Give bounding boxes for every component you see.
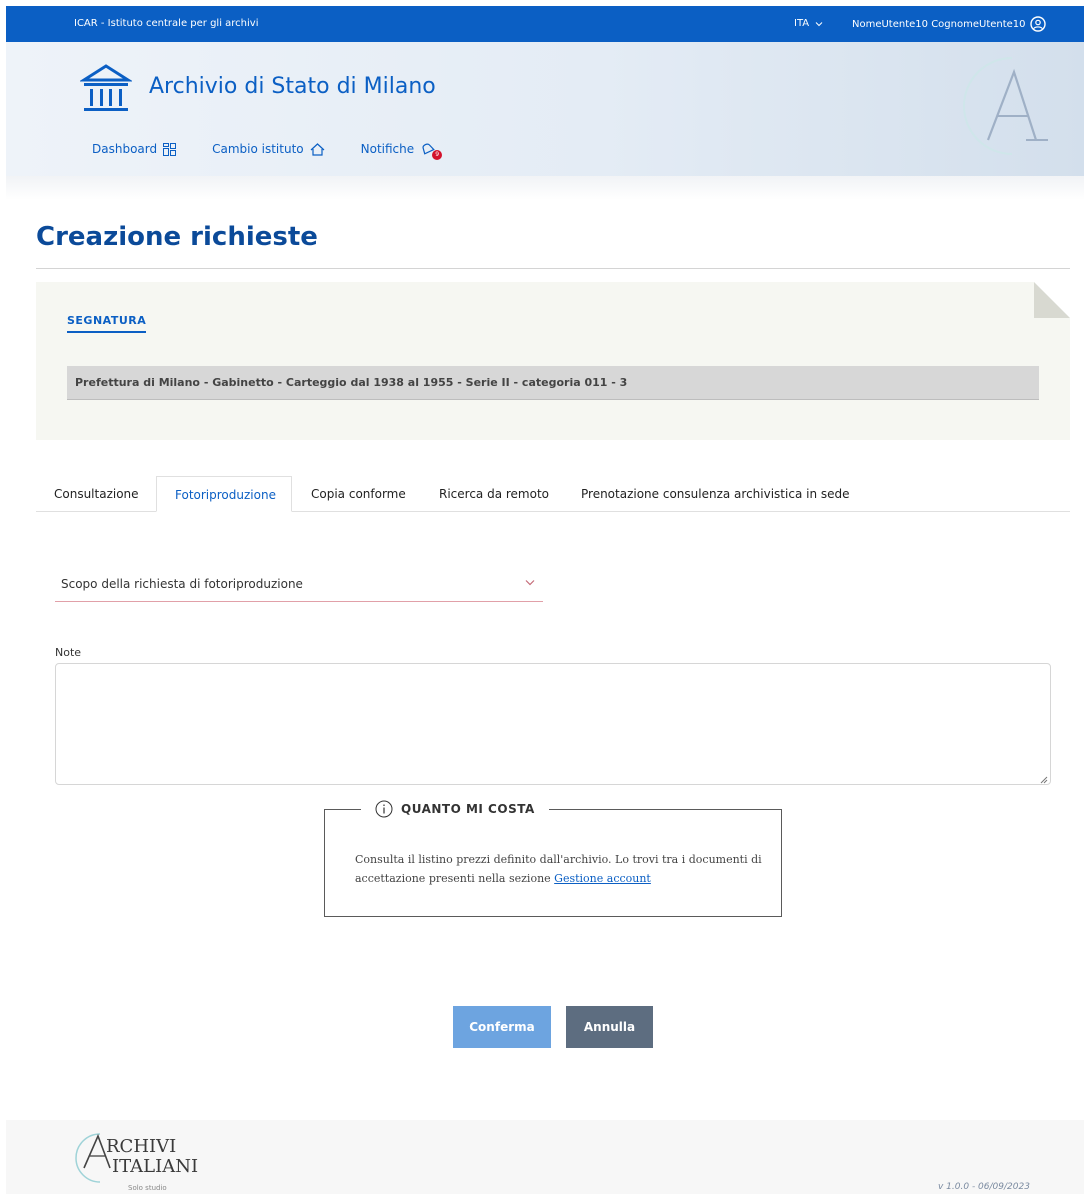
gestione-account-link[interactable]: Gestione account bbox=[554, 872, 651, 885]
tab-prenotazione-consulenza[interactable]: Prenotazione consulenza archivistica in … bbox=[581, 476, 850, 512]
tab-fotoriproduzione[interactable]: Fotoriproduzione bbox=[156, 476, 292, 512]
cost-info-title-text: QUANTO MI COSTA bbox=[401, 802, 535, 816]
chevron-down-icon bbox=[815, 21, 823, 26]
header-nav: Dashboard Cambio istituto Notifiche 9 bbox=[92, 142, 443, 160]
institute-header: Archivio di Stato di Milano Dashboard Ca… bbox=[6, 42, 1084, 176]
tab-consultazione[interactable]: Consultazione bbox=[54, 476, 139, 512]
chevron-down-icon bbox=[525, 580, 535, 586]
scope-select[interactable]: Scopo della richiesta di fotoriproduzion… bbox=[55, 568, 543, 602]
segnatura-panel: SEGNATURA Prefettura di Milano - Gabinet… bbox=[36, 282, 1070, 440]
resize-handle-icon[interactable] bbox=[1040, 776, 1048, 784]
language-label: ITA bbox=[794, 18, 810, 29]
institute-name: Archivio di Stato di Milano bbox=[149, 74, 436, 99]
note-textarea[interactable] bbox=[55, 663, 1051, 785]
brand-subtitle: Solo studio bbox=[128, 1184, 167, 1192]
confirm-button[interactable]: Conferma bbox=[453, 1006, 551, 1048]
request-tabs: Consultazione Fotoriproduzione Copia con… bbox=[36, 476, 1070, 512]
nav-dashboard[interactable]: Dashboard bbox=[92, 142, 177, 156]
info-icon bbox=[375, 800, 393, 818]
archivi-logo-icon bbox=[963, 57, 1048, 155]
institution-building-icon bbox=[80, 64, 132, 111]
grid-icon bbox=[163, 142, 177, 156]
cost-info-text: Consulta il listino prezzi definito dall… bbox=[355, 850, 765, 888]
brand-line-1: RCHIVI bbox=[106, 1136, 177, 1157]
nav-change-institute-label: Cambio istituto bbox=[212, 142, 304, 156]
user-name: NomeUtente10 CognomeUtente10 bbox=[852, 18, 1026, 30]
tab-ricerca-remoto[interactable]: Ricerca da remoto bbox=[439, 476, 549, 512]
home-icon bbox=[310, 142, 325, 156]
note-label: Note bbox=[55, 646, 82, 659]
page-title: Creazione richieste bbox=[36, 222, 318, 252]
nav-dashboard-label: Dashboard bbox=[92, 142, 158, 156]
title-divider bbox=[36, 268, 1070, 269]
cancel-button[interactable]: Annulla bbox=[566, 1006, 653, 1048]
tab-copia-conforme[interactable]: Copia conforme bbox=[311, 476, 406, 512]
brand-line-2: ITALIANI bbox=[112, 1156, 199, 1177]
user-circle-icon bbox=[1029, 16, 1046, 32]
page-fold-decoration bbox=[1034, 282, 1070, 318]
cost-info-title: QUANTO MI COSTA bbox=[361, 800, 549, 818]
version-label: v 1.0.0 - 06/09/2023 bbox=[938, 1182, 1030, 1192]
segnatura-label: SEGNATURA bbox=[67, 314, 147, 333]
scope-select-label: Scopo della richiesta di fotoriproduzion… bbox=[61, 577, 303, 591]
segnatura-value: Prefettura di Milano - Gabinetto - Carte… bbox=[67, 366, 1039, 400]
organization-label: ICAR - Istituto centrale per gli archivi bbox=[74, 18, 259, 29]
nav-notifications-label: Notifiche bbox=[360, 142, 415, 156]
notification-badge: 9 bbox=[432, 150, 443, 160]
top-bar: ICAR - Istituto centrale per gli archivi… bbox=[6, 6, 1084, 42]
nav-notifications[interactable]: Notifiche 9 bbox=[360, 142, 443, 160]
header-shadow bbox=[6, 176, 1084, 200]
nav-change-institute[interactable]: Cambio istituto bbox=[212, 142, 325, 156]
language-selector[interactable]: ITA bbox=[794, 18, 823, 29]
cost-info-box: QUANTO MI COSTA Consulta il listino prez… bbox=[324, 800, 782, 917]
user-menu[interactable]: NomeUtente10 CognomeUtente10 bbox=[852, 16, 1046, 32]
footer: RCHIVI ITALIANI Solo studio v 1.0.0 - 06… bbox=[6, 1120, 1084, 1194]
